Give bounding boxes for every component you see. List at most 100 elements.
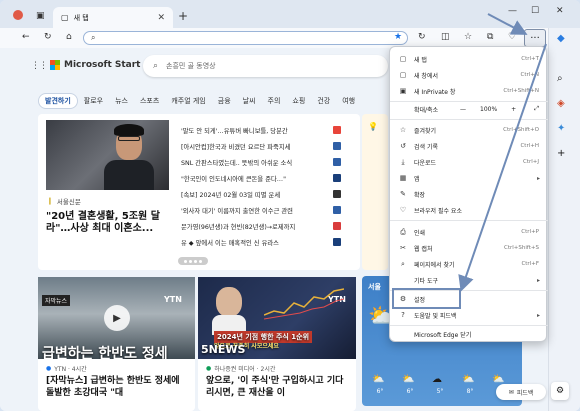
collections-icon[interactable]: ⧉ xyxy=(487,32,493,42)
fullscreen-icon[interactable]: ⤢ xyxy=(534,105,539,113)
list-item[interactable]: SNL 간판스타였는데.. 뜻밖의 아쉬운 소식 xyxy=(181,154,341,170)
tab-close-icon[interactable]: ✕ xyxy=(157,13,165,23)
search-placeholder: 손흥민 골 동영상 xyxy=(166,62,216,70)
tab-notice[interactable]: 주의 xyxy=(262,94,287,108)
tab-finance[interactable]: 금융 xyxy=(212,94,237,108)
list-item[interactable]: "한국인이 인도네시아에 큰돈을 준다…" xyxy=(181,170,341,186)
list-item[interactable]: [속보] 2024년 02월 03일 띠별 운세 xyxy=(181,186,341,202)
menu-item-inprivate[interactable]: ▣ 새 InPrivate 창 Ctrl+Shift+N xyxy=(390,83,548,99)
zoom-in-button[interactable]: + xyxy=(511,106,516,113)
publisher-logo-icon xyxy=(333,126,341,134)
minimize-button[interactable]: — xyxy=(508,6,517,16)
menu-item-browser-essentials[interactable]: ♡ 브라우저 필수 요소 xyxy=(390,202,548,218)
tab-actions-icon[interactable]: ▣ xyxy=(36,11,45,21)
shopping-icon[interactable]: ◈ xyxy=(557,98,565,109)
tab-sports[interactable]: 스포츠 xyxy=(134,94,165,108)
apps-icon: ▦ xyxy=(399,174,407,182)
chevron-right-icon: ▸ xyxy=(536,174,540,182)
chevron-right-icon: ▸ xyxy=(536,311,540,319)
tab-weather[interactable]: 날씨 xyxy=(237,94,262,108)
ellipsis-icon: ··· xyxy=(530,32,540,44)
back-icon[interactable]: ← xyxy=(22,32,30,42)
menu-item-label: 브라우저 필수 요소 xyxy=(414,207,462,215)
search-sidebar-icon[interactable]: ⌕ xyxy=(557,73,563,84)
add-icon[interactable]: + xyxy=(557,148,565,159)
edge-sidebar: ◆ ⌕ ◈ ✦ + xyxy=(548,28,580,411)
person-hair-shape xyxy=(114,124,144,136)
new-tab-button[interactable]: + xyxy=(178,9,188,23)
menu-item-label: 다운로드 xyxy=(414,159,437,167)
web-search-box[interactable]: ⌕ 손흥민 골 동영상 xyxy=(143,55,388,77)
main-story-image[interactable] xyxy=(46,120,169,190)
refresh-icon[interactable]: ↻ xyxy=(44,32,52,42)
menu-item-find-on-page[interactable]: ⌕ 페이지에서 찾기 Ctrl+F xyxy=(390,256,548,272)
menu-shortcut: Ctrl+Shift+O xyxy=(503,127,539,133)
menu-item-print[interactable]: ⎙ 인쇄 Ctrl+P xyxy=(390,224,548,240)
list-item[interactable]: '외사자 대기' 이름까지 출연한 이수근 관련 xyxy=(181,202,341,218)
maximize-button[interactable]: ☐ xyxy=(531,6,539,16)
list-item[interactable]: 유 ◆ 앞에서 이는 매혹적인 신 유라스 xyxy=(181,234,341,250)
home-icon[interactable]: ⌂ xyxy=(66,32,72,42)
headline-list: '말도 안 되게'…유튜버 빠니보틀, 당분간 [아시안컵]한국과 비겼던 요르… xyxy=(181,122,341,250)
menu-item-close-edge[interactable]: Microsoft Edge 닫기 xyxy=(390,326,548,342)
more-options-button[interactable]: ··· xyxy=(524,29,546,47)
copilot-icon[interactable]: ◆ xyxy=(557,33,565,44)
tools-icon[interactable]: ✦ xyxy=(557,123,565,134)
menu-item-label: 기타 도구 xyxy=(414,277,438,285)
menu-item-new-tab[interactable]: ▢ 새 탭 Ctrl+T xyxy=(390,51,548,67)
chevron-right-icon: ▸ xyxy=(536,276,540,284)
new-tab-icon: ▢ xyxy=(399,55,407,63)
history-icon: ↺ xyxy=(400,142,406,150)
search-icon: ⌕ xyxy=(91,33,96,42)
weather-city: 서울 xyxy=(368,283,381,291)
tab-follow[interactable]: 팔로우 xyxy=(78,94,109,108)
tab-news[interactable]: 뉴스 xyxy=(109,94,134,108)
tab-travel[interactable]: 여행 xyxy=(336,94,361,108)
carousel-dots[interactable] xyxy=(178,257,208,265)
promo-card[interactable]: 💡 xyxy=(362,114,388,270)
tab-casual-games[interactable]: 캐주얼 게임 xyxy=(165,94,211,108)
menu-item-label: 즐겨찾기 xyxy=(414,127,437,135)
play-icon[interactable]: ▶ xyxy=(104,305,130,331)
list-item[interactable]: '말도 안 되게'…유튜버 빠니보틀, 당분간 xyxy=(181,122,341,138)
list-item[interactable]: [아시안컵]한국과 비겼던 요르단 파죽지세 xyxy=(181,138,341,154)
menu-item-new-window[interactable]: ▢ 새 창에서 Ctrl+N xyxy=(390,67,548,83)
anchor-face-shape xyxy=(216,287,242,317)
stock-chart-graphic xyxy=(264,288,344,320)
card-headline[interactable]: [자막뉴스] 급변하는 한반도 정세에 돌발한 초강대국 "대 xyxy=(46,375,186,399)
menu-item-help-feedback[interactable]: ? 도움말 및 피드백 ▸ xyxy=(390,307,548,323)
menu-item-apps[interactable]: ▦ 앱 ▸ xyxy=(390,170,548,186)
menu-item-favorites[interactable]: ☆ 즐겨찾기 Ctrl+Shift+O xyxy=(390,122,548,138)
browser-window: ▣ ▢ 새 탭 ✕ + — ☐ ✕ ← ↻ ⌂ ⌕ ★ ↻ ◫ ☆ ⧉ ♡ ··… xyxy=(0,0,580,411)
tab-shopping[interactable]: 쇼핑 xyxy=(286,94,311,108)
split-screen-icon[interactable]: ◫ xyxy=(441,32,450,42)
menu-item-extensions[interactable]: ✎ 확장 xyxy=(390,186,548,202)
favorite-star-icon[interactable]: ★ xyxy=(394,32,402,42)
menu-item-more-tools[interactable]: 기타 도구 ▸ xyxy=(390,272,548,288)
main-story-headline[interactable]: "20년 결혼생활, 5조원 달라"…사상 최대 이혼소... xyxy=(46,211,174,235)
forecast-icon: ⛅ xyxy=(372,374,385,385)
tab-discover[interactable]: 발견하기 xyxy=(38,92,78,109)
profile-avatar[interactable] xyxy=(13,10,23,20)
close-window-button[interactable]: ✕ xyxy=(556,6,564,16)
news-card-image[interactable]: YTN 2024년 기점 행한 주식 1순위 앞으로 꾸준히 사모으세요 5NE… xyxy=(198,277,356,359)
microsoft-start-logo[interactable]: Microsoft Start xyxy=(50,60,141,70)
gear-icon: ⚙ xyxy=(555,386,565,396)
card-headline[interactable]: 앞으로, '이 주식'만 구입하시고 기다리시면, 큰 재산을 이 xyxy=(206,375,346,399)
news-card-image[interactable]: 자막뉴스 YTN ▶ 급변하는 한반도 정세 xyxy=(38,277,195,359)
tab-health[interactable]: 건강 xyxy=(311,94,336,108)
menu-item-web-capture[interactable]: ✂ 웹 캡처 Ctrl+Shift+S xyxy=(390,240,548,256)
person-shape xyxy=(104,160,154,190)
profile-sync-icon[interactable]: ♡ xyxy=(508,32,516,42)
list-item[interactable]: 문가영(96년생)과 현빈(82년생)→로제까지 xyxy=(181,218,341,234)
favorites-icon[interactable]: ☆ xyxy=(464,32,472,42)
refresh-page-icon[interactable]: ↻ xyxy=(418,32,426,42)
zoom-out-button[interactable]: — xyxy=(460,106,466,113)
menu-item-history[interactable]: ↺ 검색 기록 Ctrl+H xyxy=(390,138,548,154)
feedback-button[interactable]: ✉ 피드백 xyxy=(496,384,546,400)
lightbulb-icon: 💡 xyxy=(368,122,378,131)
page-settings-button[interactable]: ⚙ xyxy=(551,382,569,400)
tab-new-tab[interactable]: ▢ 새 탭 ✕ xyxy=(53,7,173,28)
address-bar[interactable]: ⌕ ★ xyxy=(83,31,408,45)
menu-item-downloads[interactable]: ⤓ 다운로드 Ctrl+J xyxy=(390,154,548,170)
